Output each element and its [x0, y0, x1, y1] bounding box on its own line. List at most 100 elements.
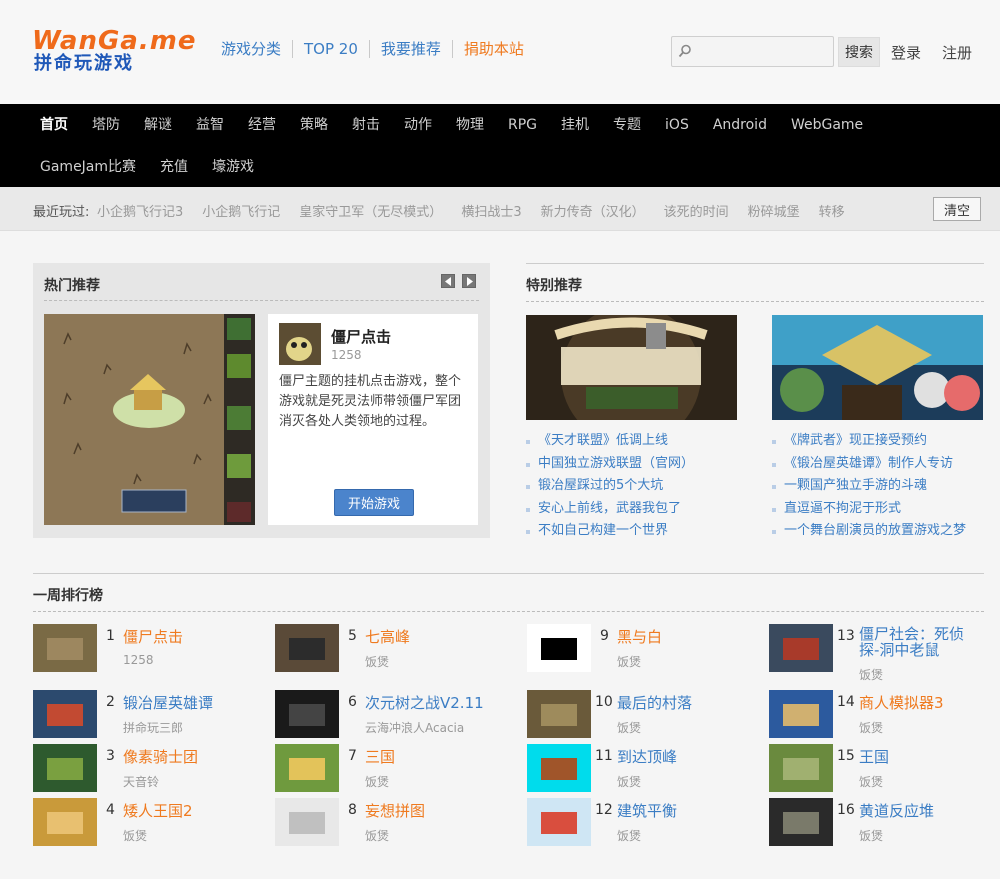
game-thumbnail[interactable]: [527, 624, 591, 672]
game-thumbnail[interactable]: [275, 624, 339, 672]
category-management[interactable]: 经营: [242, 116, 282, 134]
register-link[interactable]: 注册: [942, 42, 972, 63]
game-name-link[interactable]: 黑与白: [617, 626, 662, 647]
game-name-link[interactable]: 妄想拼图: [365, 800, 425, 821]
recent-item[interactable]: 小企鹅飞行记: [202, 201, 280, 220]
game-name-link[interactable]: 矮人王国2: [123, 800, 193, 821]
game-name-link[interactable]: 黄道反应堆: [859, 800, 934, 821]
game-name-link[interactable]: 像素骑士团: [123, 746, 198, 767]
category-puzzle[interactable]: 解谜: [138, 116, 178, 134]
game-thumbnail[interactable]: [33, 744, 97, 792]
list-item[interactable]: 《锻冶屋英雄谭》制作人专访: [772, 453, 966, 476]
list-item[interactable]: 安心上前线，武器我包了: [526, 498, 694, 521]
game-name-link[interactable]: 僵尸点击: [123, 626, 183, 647]
recent-label: 最近玩过:: [33, 205, 90, 220]
category-action[interactable]: 动作: [398, 116, 438, 134]
nav-recommend[interactable]: 我要推荐: [370, 40, 453, 58]
clear-recent-button[interactable]: 清空: [933, 197, 981, 221]
game-thumbnail[interactable]: [275, 798, 339, 846]
nav-top20[interactable]: TOP 20: [293, 40, 370, 58]
game-screenshot[interactable]: [44, 314, 255, 525]
game-author: 饭煲: [617, 721, 642, 735]
game-name-link[interactable]: 三国: [365, 746, 395, 767]
game-thumbnail[interactable]: [527, 798, 591, 846]
recent-item[interactable]: 横扫战士3: [461, 201, 521, 220]
category-ios[interactable]: iOS: [659, 116, 695, 134]
recent-item[interactable]: 皇家守卫军（无尽模式）: [299, 201, 442, 220]
list-item[interactable]: 一颗国产独立手游的斗魂: [772, 475, 966, 498]
game-thumbnail[interactable]: [769, 624, 833, 672]
category-rpg[interactable]: RPG: [502, 116, 543, 134]
game-name-link[interactable]: 建筑平衡: [617, 800, 677, 821]
game-name-link[interactable]: 最后的村落: [617, 692, 692, 713]
start-game-button[interactable]: 开始游戏: [334, 489, 414, 516]
game-author: 饭煲: [365, 829, 390, 843]
game-thumbnail[interactable]: [769, 744, 833, 792]
rank-number: 6: [348, 694, 357, 710]
game-play-count: 1258: [331, 348, 362, 362]
nav-donate[interactable]: 捐助本站: [453, 40, 535, 58]
category-gamejam[interactable]: GameJam比赛: [34, 158, 142, 176]
category-strategy[interactable]: 策略: [294, 116, 334, 134]
game-thumbnail[interactable]: [279, 323, 321, 365]
recent-item[interactable]: 该死的时间: [664, 201, 729, 220]
list-item[interactable]: 不如自己构建一个世界: [526, 520, 694, 543]
category-home[interactable]: 首页: [34, 116, 74, 134]
list-item[interactable]: 锻冶屋踩过的5个大坑: [526, 475, 694, 498]
game-author: 饭煲: [859, 721, 884, 735]
rank-number: 2: [106, 694, 115, 710]
game-thumbnail[interactable]: [33, 690, 97, 738]
category-physics[interactable]: 物理: [450, 116, 490, 134]
game-name-link[interactable]: 七高峰: [365, 626, 410, 647]
game-author: 饭煲: [365, 655, 390, 669]
category-webgame[interactable]: WebGame: [785, 116, 869, 134]
list-item[interactable]: 《天才联盟》低调上线: [526, 430, 694, 453]
list-item[interactable]: 一个舞台剧演员的放置游戏之梦: [772, 520, 966, 543]
nav-game-categories[interactable]: 游戏分类: [210, 40, 294, 58]
game-name-link[interactable]: 僵尸社会：死侦探-洞中老鼠: [859, 626, 984, 658]
recent-item[interactable]: 转移: [819, 201, 845, 220]
category-tower-defense[interactable]: 塔防: [86, 116, 126, 134]
login-link[interactable]: 登录: [891, 42, 921, 63]
game-thumbnail[interactable]: [275, 744, 339, 792]
list-item[interactable]: 《牌武者》现正接受预约: [772, 430, 966, 453]
hot-title: 热门推荐: [44, 278, 100, 294]
game-thumbnail[interactable]: [33, 798, 97, 846]
banner-card-warrior[interactable]: [772, 315, 983, 420]
category-brain[interactable]: 益智: [190, 116, 230, 134]
category-recharge[interactable]: 充值: [154, 158, 194, 176]
game-thumbnail[interactable]: [275, 690, 339, 738]
game-name-link[interactable]: 商人模拟器3: [859, 692, 944, 713]
category-android[interactable]: Android: [707, 116, 773, 134]
category-shooting[interactable]: 射击: [346, 116, 386, 134]
category-idle[interactable]: 挂机: [555, 116, 595, 134]
prev-arrow-icon[interactable]: [441, 274, 455, 288]
site-logo[interactable]: WanGa.me 拼命玩游戏: [32, 28, 195, 74]
game-name[interactable]: 僵尸点击: [331, 326, 391, 347]
category-topics[interactable]: 专题: [607, 116, 647, 134]
game-thumbnail[interactable]: [33, 624, 97, 672]
rank-number: 14: [837, 694, 855, 710]
game-name-link[interactable]: 王国: [859, 746, 889, 767]
top-nav: 游戏分类 TOP 20 我要推荐 捐助本站: [210, 40, 535, 58]
game-name-link[interactable]: 到达顶峰: [617, 746, 677, 767]
banner-blacksmith[interactable]: [526, 315, 737, 420]
game-thumbnail[interactable]: [527, 744, 591, 792]
category-premium-games[interactable]: 壕游戏: [206, 158, 260, 176]
search-button[interactable]: 搜索: [838, 37, 880, 67]
game-thumbnail[interactable]: [769, 798, 833, 846]
search-input[interactable]: [696, 41, 830, 63]
rank-number: 16: [837, 802, 855, 818]
list-item[interactable]: 中国独立游戏联盟（官网）: [526, 453, 694, 476]
next-arrow-icon[interactable]: [462, 274, 476, 288]
recent-item[interactable]: 小企鹅飞行记3: [97, 201, 183, 220]
recent-item[interactable]: 粉碎城堡: [748, 201, 800, 220]
game-thumbnail[interactable]: [527, 690, 591, 738]
carousel-controls: [441, 274, 483, 288]
rank-number: 9: [600, 628, 609, 644]
game-name-link[interactable]: 次元树之战V2.11: [365, 692, 484, 713]
list-item[interactable]: 直逗逼不拘泥于形式: [772, 498, 966, 521]
game-thumbnail[interactable]: [769, 690, 833, 738]
game-name-link[interactable]: 锻冶屋英雄谭: [123, 692, 213, 713]
recent-item[interactable]: 新力传奇（汉化）: [541, 201, 645, 220]
